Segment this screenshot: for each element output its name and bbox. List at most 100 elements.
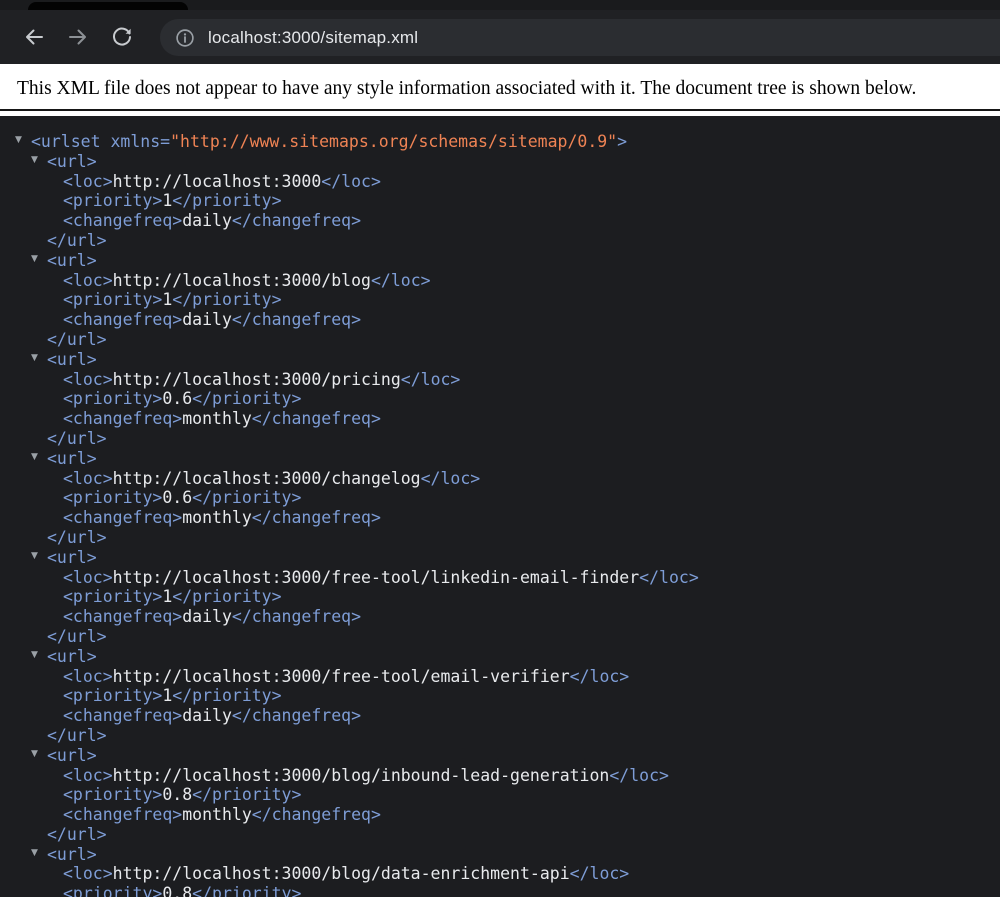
- collapse-toggle-icon[interactable]: ▼: [15, 136, 22, 145]
- collapse-toggle-icon[interactable]: ▼: [31, 155, 38, 165]
- xml-loc-value: http://localhost:3000/blog: [112, 270, 371, 290]
- xml-url-close-tag: </url>: [0, 231, 1000, 251]
- xml-url-close-tag: </url>: [0, 627, 1000, 647]
- xml-tag: <loc>: [63, 666, 113, 686]
- xml-priority-line: <priority>0.6</priority>: [0, 488, 1000, 508]
- xml-tag: <url>: [47, 844, 97, 864]
- xml-tag: </url>: [47, 527, 107, 547]
- xml-tag: <loc>: [63, 567, 113, 587]
- collapse-toggle-icon[interactable]: ▼: [31, 452, 38, 462]
- xml-changefreq-value: daily: [182, 607, 232, 627]
- xml-tag: </priority>: [192, 488, 302, 508]
- xml-loc-value: http://localhost:3000/free-tool/linkedin…: [112, 567, 640, 587]
- xml-tag: <changefreq>: [63, 805, 183, 825]
- xml-priority-line: <priority>1</priority>: [0, 290, 1000, 310]
- xml-tag: </url>: [47, 824, 107, 844]
- xml-tag: <changefreq>: [63, 508, 183, 528]
- xml-tag: </loc>: [420, 468, 481, 488]
- xml-loc-value: http://localhost:3000/free-tool/email-ve…: [112, 666, 570, 686]
- xml-changefreq-line: <changefreq>monthly</changefreq>: [0, 805, 1000, 825]
- xml-style-notice: This XML file does not appear to have an…: [17, 78, 917, 99]
- collapse-toggle-icon[interactable]: ▼: [31, 848, 38, 858]
- xml-priority-value: 0.8: [162, 785, 193, 805]
- xml-tag: <urlset: [31, 132, 111, 151]
- collapse-toggle-icon[interactable]: ▼: [31, 650, 38, 660]
- xml-tag: </loc>: [569, 666, 630, 686]
- xml-changefreq-line: <changefreq>daily</changefreq>: [0, 706, 1000, 726]
- xml-tag: </changefreq>: [251, 409, 381, 429]
- xml-changefreq-line: <changefreq>daily</changefreq>: [0, 310, 1000, 330]
- xml-tag: =: [160, 132, 171, 151]
- collapse-toggle-icon[interactable]: ▼: [31, 551, 38, 561]
- xml-tag: </loc>: [400, 369, 461, 389]
- xml-priority-value: 1: [162, 686, 173, 706]
- xml-url-close-tag: </url>: [0, 330, 1000, 350]
- xml-priority-value: 0.6: [162, 488, 193, 508]
- xml-priority-value: 1: [162, 587, 173, 607]
- xml-loc-line: <loc>http://localhost:3000/changelog</lo…: [0, 469, 1000, 489]
- xml-url-open-tag: ▼ <url>: [0, 746, 1000, 766]
- info-icon: [176, 28, 194, 47]
- browser-tab[interactable]: [28, 2, 188, 10]
- xml-url-open-tag: ▼ <url>: [0, 845, 1000, 865]
- xml-url-open-tag: ▼ <url>: [0, 548, 1000, 568]
- xml-tag: <changefreq>: [63, 607, 183, 627]
- xml-tag: >: [617, 132, 628, 151]
- omnibox[interactable]: localhost:3000/sitemap.xml: [160, 19, 1000, 56]
- site-info-button[interactable]: [172, 25, 198, 51]
- xml-url-open-tag: ▼ <url>: [0, 350, 1000, 370]
- notice-band: This XML file does not appear to have an…: [0, 64, 1000, 116]
- xml-tag: <changefreq>: [63, 211, 183, 231]
- xml-tag: </loc>: [639, 567, 699, 587]
- xml-priority-value: 1: [162, 191, 173, 211]
- xml-tag: <url>: [47, 250, 97, 270]
- xml-changefreq-line: <changefreq>monthly</changefreq>: [0, 409, 1000, 429]
- xml-loc-line: <loc>http://localhost:3000/blog/data-enr…: [0, 864, 1000, 884]
- xml-loc-value: http://localhost:3000/pricing: [112, 369, 401, 389]
- xml-tag: </loc>: [569, 864, 630, 884]
- xml-tag: <priority>: [63, 488, 163, 508]
- xml-tag: </url>: [47, 626, 107, 646]
- xml-tag: <loc>: [63, 864, 113, 884]
- xml-url-close-tag: </url>: [0, 825, 1000, 845]
- xml-tag: <priority>: [63, 191, 163, 211]
- xml-priority-value: 0.8: [162, 884, 193, 897]
- xml-tag: <priority>: [63, 884, 163, 897]
- xml-loc-value: http://localhost:3000: [112, 171, 322, 191]
- xml-tag: </loc>: [370, 270, 431, 290]
- collapse-toggle-icon[interactable]: ▼: [31, 749, 38, 759]
- xml-changefreq-value: monthly: [182, 508, 252, 528]
- xml-tag: </changefreq>: [231, 211, 362, 231]
- xml-tag: <priority>: [63, 389, 163, 409]
- xml-changefreq-value: daily: [182, 706, 232, 726]
- xml-changefreq-value: monthly: [182, 805, 252, 825]
- xml-tag: </url>: [47, 329, 107, 349]
- back-button[interactable]: [12, 15, 56, 59]
- collapse-toggle-icon[interactable]: ▼: [31, 254, 38, 264]
- reload-button[interactable]: [100, 15, 144, 59]
- xml-tag: <loc>: [63, 369, 113, 389]
- xml-changefreq-value: daily: [182, 211, 232, 231]
- xml-tag: <changefreq>: [63, 409, 183, 429]
- collapse-toggle-icon[interactable]: ▼: [31, 353, 38, 363]
- xml-tag: </url>: [47, 725, 107, 745]
- xml-tag: <loc>: [63, 171, 113, 191]
- xml-url-open-tag: ▼ <url>: [0, 647, 1000, 667]
- xml-tag: <priority>: [63, 290, 163, 310]
- xml-tag: </priority>: [172, 587, 282, 607]
- xml-tag: <url>: [47, 151, 97, 171]
- xml-changefreq-line: <changefreq>daily</changefreq>: [0, 607, 1000, 627]
- xml-tag: </priority>: [192, 389, 302, 409]
- xml-tag: </changefreq>: [251, 508, 381, 528]
- xml-tag: <url>: [47, 448, 97, 468]
- xml-url-open-tag: ▼ <url>: [0, 449, 1000, 469]
- xml-priority-line: <priority>0.8</priority>: [0, 884, 1000, 897]
- xml-changefreq-line: <changefreq>monthly</changefreq>: [0, 508, 1000, 528]
- forward-button[interactable]: [56, 15, 100, 59]
- url-text[interactable]: localhost:3000/sitemap.xml: [208, 28, 418, 48]
- xml-changefreq-value: daily: [182, 310, 232, 330]
- xml-tag: <url>: [47, 646, 97, 666]
- xml-tag: </priority>: [172, 686, 282, 706]
- xml-tag: <changefreq>: [63, 310, 183, 330]
- xml-loc-line: <loc>http://localhost:3000/pricing</loc>: [0, 370, 1000, 390]
